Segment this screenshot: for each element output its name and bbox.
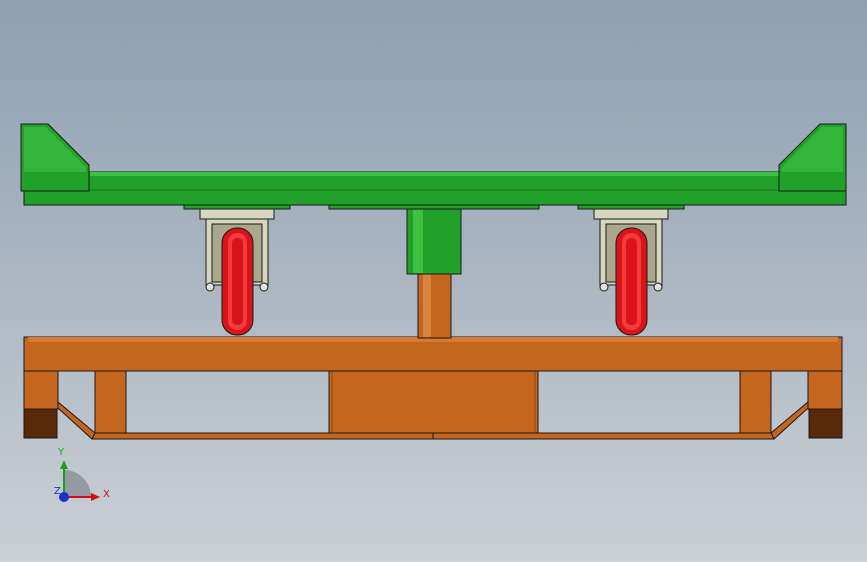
base-center-block [328,370,539,436]
caster-right [593,206,669,336]
base-post-left [94,370,127,436]
x-axis-label: X [103,489,110,500]
deck [23,171,847,206]
y-axis-label: Y [57,447,65,458]
base-top-rail [23,336,843,372]
caster-left [199,206,275,336]
triad-quadrant [64,470,91,497]
base-right-foot [808,408,843,439]
center-column [406,206,462,339]
base-right-leg [807,370,843,410]
x-axis-arrow [91,493,100,501]
base-post-right [739,370,772,436]
base-brace-left [57,400,96,440]
column-rod [417,271,452,339]
z-axis-label: Z [54,486,61,497]
base-frame [23,336,843,440]
base-left-leg [23,370,59,410]
base-brace-right [770,400,809,440]
axis-triad[interactable]: X Y Z [54,447,110,502]
top-frame [20,123,847,210]
y-axis-arrow [60,460,68,469]
cad-viewport[interactable]: X Y Z [0,0,867,562]
base-left-foot [23,408,58,439]
